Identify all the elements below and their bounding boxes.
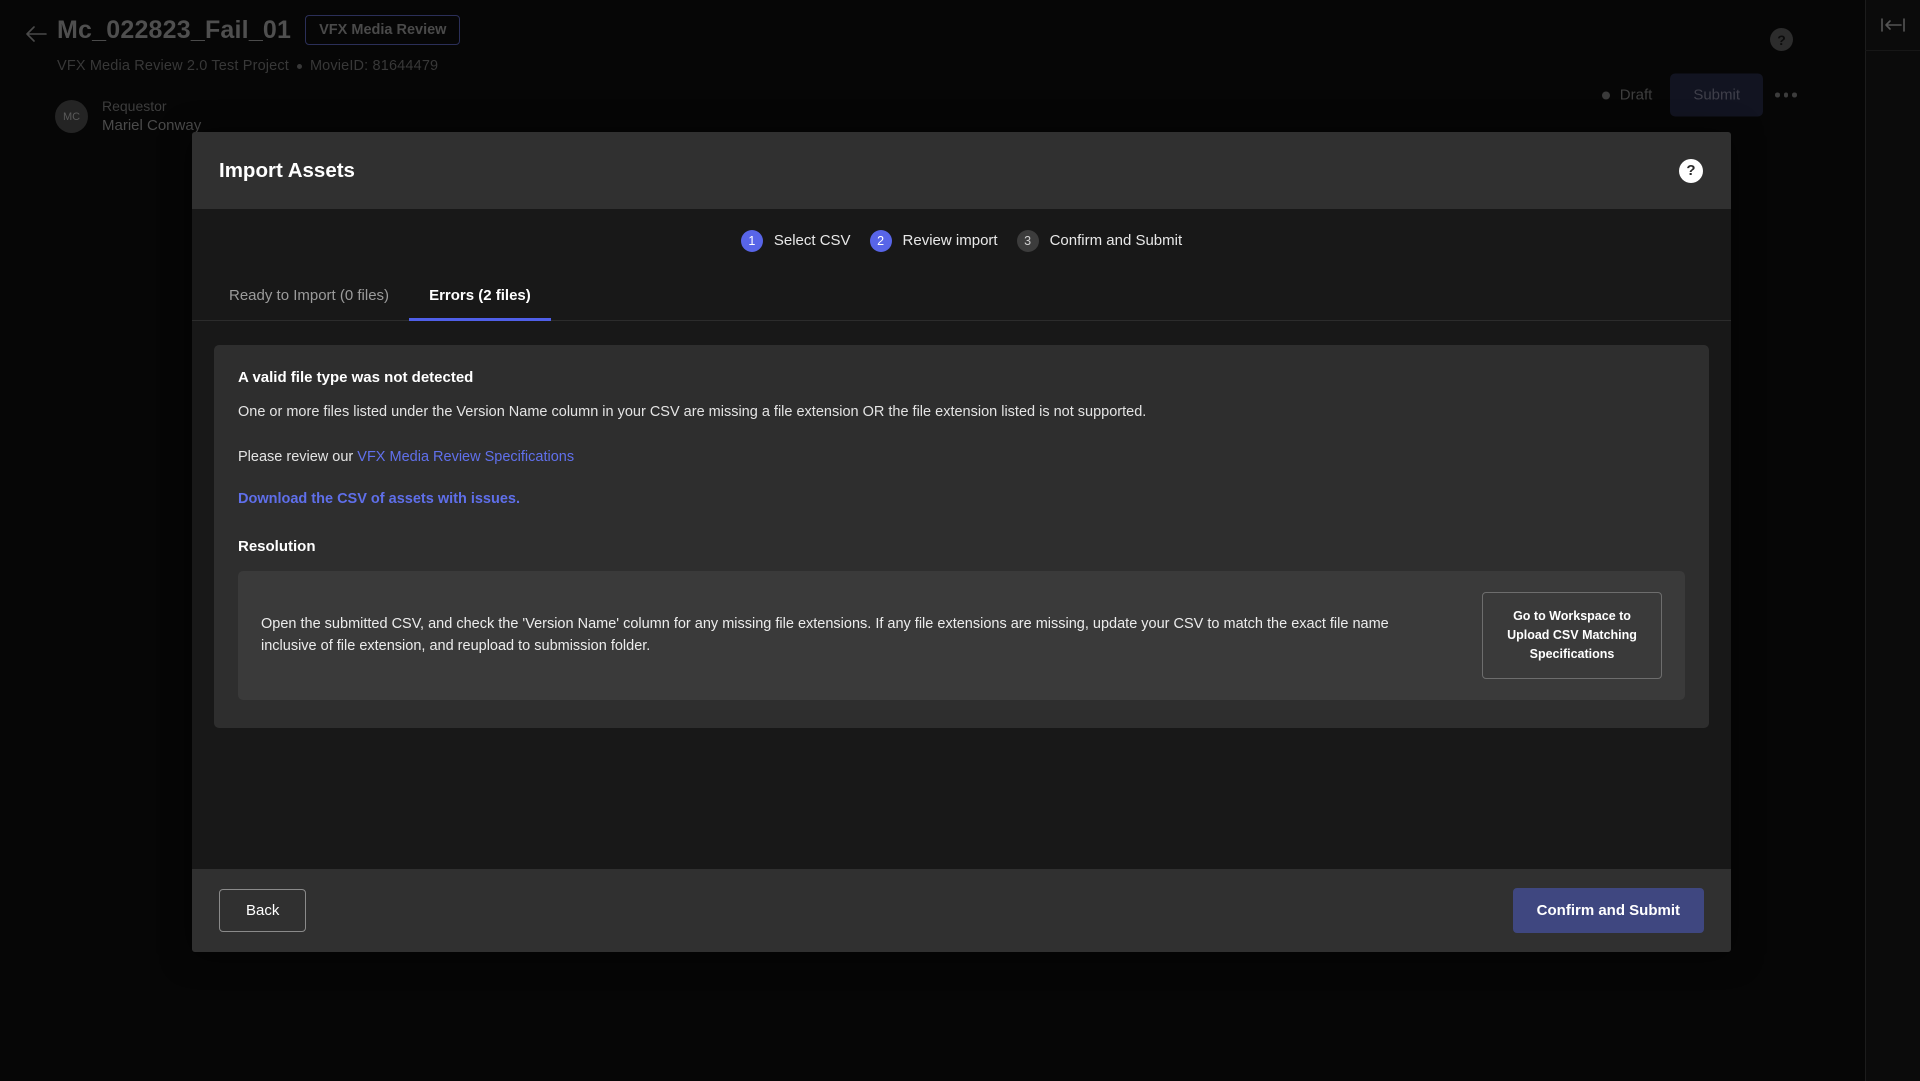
app-root: Mc_022823_Fail_01 VFX Media Review VFX M… [0,0,1920,1081]
modal-title: Import Assets [219,158,355,182]
error-review-prefix: Please review our [238,449,358,466]
title-row: Mc_022823_Fail_01 VFX Media Review [57,15,461,45]
step-label: Select CSV [773,232,851,249]
stepper: 1 Select CSV 2 Review import 3 Confirm a… [192,209,1731,272]
status-label: Draft [1619,86,1653,104]
step-number: 2 [869,229,892,252]
tab-ready-to-import[interactable]: Ready to Import (0 files) [209,271,409,320]
step-number: 1 [740,229,763,252]
back-button[interactable] [22,20,50,48]
app-header: Mc_022823_Fail_01 VFX Media Review VFX M… [0,0,1865,140]
resolution-title: Resolution [238,538,316,556]
stepper-step-1[interactable]: 1 Select CSV [740,229,851,252]
step-label: Confirm and Submit [1049,232,1183,249]
arrow-left-icon [26,26,47,42]
confirm-and-submit-button[interactable]: Confirm and Submit [1512,888,1704,933]
requestor-text: Requestor Mariel Conway [102,97,201,136]
resolution-box: Open the submitted CSV, and check the 'V… [238,571,1685,700]
modal-help-button[interactable]: ? [1679,158,1703,183]
collapse-panel-button[interactable] [1874,8,1912,42]
avatar: MC [55,100,88,134]
error-panel: A valid file type was not detected One o… [214,345,1709,728]
step-number: 3 [1016,229,1039,252]
header-actions: Draft Submit [1601,73,1809,117]
collapse-panel-icon [1881,18,1905,32]
requestor-label: Requestor [102,98,167,114]
modal-footer: Back Confirm and Submit [192,869,1731,952]
error-description: One or more files listed under the Versi… [238,404,1147,420]
workflow-chip[interactable]: VFX Media Review [305,15,461,45]
error-review-line: Please review our VFX Media Review Speci… [238,449,1685,465]
go-to-workspace-button[interactable]: Go to Workspace to Upload CSV Matching S… [1482,592,1662,679]
movie-id: MovieID: 81644479 [309,58,439,74]
question-mark-icon: ? [1777,31,1786,48]
more-horizontal-icon [1775,92,1780,98]
requestor-name: Mariel Conway [102,116,202,134]
spec-link[interactable]: VFX Media Review Specifications [357,449,574,465]
modal-body: A valid file type was not detected One o… [192,321,1731,869]
separator-dot-icon [296,63,302,69]
modal-header: Import Assets ? [192,132,1731,209]
stepper-step-3[interactable]: 3 Confirm and Submit [1016,229,1183,252]
import-assets-modal: Import Assets ? 1 Select CSV 2 Review im… [192,132,1731,952]
tab-errors[interactable]: Errors (2 files) [409,271,551,321]
rail-divider [1865,50,1920,51]
question-mark-icon: ? [1686,162,1696,179]
status-badge: Draft [1601,86,1671,104]
status-dot-icon [1601,91,1610,99]
help-button[interactable]: ? [1770,28,1793,51]
more-horizontal-icon [1792,92,1797,98]
step-label: Review import [902,232,998,249]
right-rail [1865,0,1920,1081]
stepper-step-2[interactable]: 2 Review import [869,229,998,252]
overflow-menu-button[interactable] [1763,75,1809,115]
tab-bar: Ready to Import (0 files) Errors (2 file… [192,272,1731,321]
requestor-block: MC Requestor Mariel Conway [55,97,201,136]
more-horizontal-icon [1783,92,1789,98]
page-title: Mc_022823_Fail_01 [57,15,292,44]
submit-button[interactable]: Submit [1670,73,1763,117]
resolution-text: Open the submitted CSV, and check the 'V… [261,615,1389,655]
error-title: A valid file type was not detected [238,369,474,386]
back-button-footer[interactable]: Back [219,889,307,932]
download-csv-link[interactable]: Download the CSV of assets with issues. [238,491,1685,507]
project-name: VFX Media Review 2.0 Test Project [57,58,289,74]
breadcrumb: VFX Media Review 2.0 Test Project MovieI… [57,58,438,74]
